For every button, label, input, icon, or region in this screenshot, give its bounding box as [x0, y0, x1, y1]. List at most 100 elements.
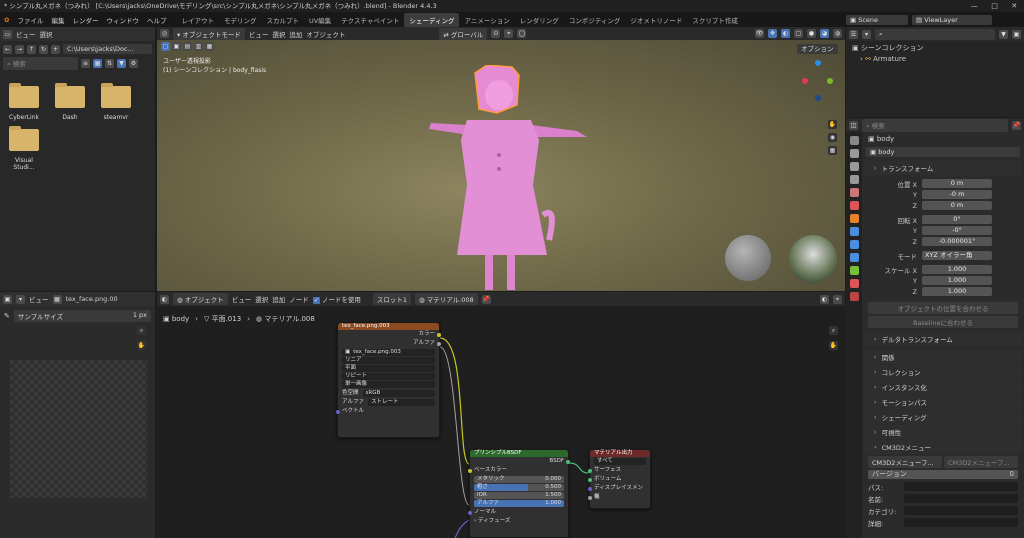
modifier-tab-icon[interactable]: [849, 227, 859, 236]
fb-menu-view[interactable]: ビュー: [16, 29, 36, 39]
image-menu-view[interactable]: ビュー: [29, 294, 49, 304]
tab-animation[interactable]: アニメーション: [459, 13, 514, 27]
close-icon[interactable]: ✕: [1011, 2, 1017, 10]
shader-node-editor[interactable]: ◐ ◍ オブジェクト ビュー 選択 追加 ノード ✓ ノードを使用 スロット1 …: [157, 292, 845, 538]
tab-scripting[interactable]: スクリプト作成: [687, 13, 743, 27]
filter-icon[interactable]: ▼: [117, 59, 126, 68]
socket-icon[interactable]: [588, 469, 592, 473]
sample-size-field[interactable]: サンプルサイズ 1 px: [13, 310, 151, 322]
relations-section[interactable]: 関係: [864, 350, 1022, 364]
vp-menu-add[interactable]: 追加: [289, 29, 302, 39]
socket-icon[interactable]: [468, 469, 472, 473]
location-z-field[interactable]: 0 m: [922, 201, 992, 210]
collections-section[interactable]: コレクション: [864, 365, 1022, 379]
cm3d2-section[interactable]: CM3D2メニュー: [864, 440, 1022, 454]
shading-rendered-icon[interactable]: ◍: [833, 29, 842, 38]
pivot-icon[interactable]: ⊙: [491, 29, 501, 38]
data-tab-icon[interactable]: [849, 266, 859, 275]
outliner-editor-icon[interactable]: ☰: [849, 29, 858, 39]
outliner-armature[interactable]: › ⚯ Armature: [852, 54, 1018, 65]
scene-selector[interactable]: ▣ Scene: [846, 14, 908, 25]
motion-paths-section[interactable]: モーションパス: [864, 395, 1022, 409]
gizmo-icon[interactable]: ✥: [768, 29, 777, 38]
shading-material-icon[interactable]: ◕: [820, 29, 829, 38]
pin-icon[interactable]: 📌: [1012, 120, 1021, 130]
location-x-field[interactable]: 0 m: [922, 179, 992, 188]
z-axis-icon[interactable]: [815, 60, 821, 66]
snap-icon[interactable]: ⌖: [504, 29, 514, 38]
align-object-button[interactable]: オブジェクトの位置を合わせる: [868, 302, 1018, 314]
tab-rendering[interactable]: レンダリング: [515, 13, 564, 27]
thumbnail-view-icon[interactable]: ▦: [93, 59, 102, 68]
menu-render[interactable]: レンダー: [68, 15, 102, 25]
back-icon[interactable]: ←: [3, 44, 12, 54]
cm3d2-menu-button-2[interactable]: CM3D2メニューフ...: [944, 456, 1018, 468]
folder-item[interactable]: Visual Studi...: [4, 126, 44, 171]
list-view-icon[interactable]: ≡: [81, 59, 90, 68]
grid-icon[interactable]: ▦: [828, 146, 837, 155]
scene-tab-icon[interactable]: [849, 188, 859, 197]
particles-tab-icon[interactable]: [849, 240, 859, 249]
hand-pan-icon[interactable]: ✋: [828, 120, 837, 129]
world-tab-icon[interactable]: [849, 201, 859, 210]
category-field[interactable]: [904, 506, 1018, 515]
tab-uv[interactable]: UV編集: [304, 13, 336, 27]
sort-icon[interactable]: ⇅: [105, 59, 114, 68]
outliner-search[interactable]: ⌕: [875, 28, 995, 40]
view-mode-icon[interactable]: ▾: [16, 294, 25, 304]
hand-pan-icon[interactable]: ✋: [137, 341, 146, 350]
socket-icon[interactable]: [437, 333, 441, 337]
tab-compositing[interactable]: コンポジティング: [564, 13, 626, 27]
alpha-field[interactable]: アルファ 1.000: [474, 500, 564, 507]
socket-icon[interactable]: [336, 410, 340, 414]
path-field[interactable]: C:\Users\jacks\Doc...: [63, 44, 152, 54]
rotation-z-field[interactable]: -0.000001°: [922, 237, 992, 246]
socket-icon[interactable]: [437, 342, 441, 346]
image-canvas[interactable]: [10, 360, 147, 498]
navigation-gizmo[interactable]: [797, 60, 837, 120]
blender-logo-icon[interactable]: ✿: [0, 16, 13, 24]
view-layer-tab-icon[interactable]: [849, 175, 859, 184]
proportional-icon[interactable]: ◯: [517, 29, 527, 38]
tab-modeling[interactable]: モデリング: [219, 13, 262, 27]
visibility-section[interactable]: 可視性: [864, 425, 1022, 439]
minimize-icon[interactable]: —: [971, 2, 978, 10]
forward-icon[interactable]: →: [15, 44, 24, 54]
object-tab-icon[interactable]: [849, 214, 859, 223]
properties-search[interactable]: ⌕ 検索: [862, 118, 1008, 132]
socket-icon[interactable]: [588, 487, 592, 491]
material-tab-icon[interactable]: [849, 279, 859, 288]
menu-edit[interactable]: 編集: [47, 15, 68, 25]
folder-item[interactable]: steamvr: [96, 83, 136, 121]
source-select[interactable]: 単一画像: [342, 381, 435, 388]
scale-z-field[interactable]: 1.000: [922, 287, 992, 296]
visibility-icon[interactable]: 👁: [755, 29, 764, 38]
socket-icon[interactable]: [588, 478, 592, 482]
parent-dir-icon[interactable]: ↑: [27, 44, 36, 54]
location-y-field[interactable]: -0 m: [922, 190, 992, 199]
y-axis-icon[interactable]: [827, 78, 833, 84]
menu-help[interactable]: ヘルプ: [143, 15, 171, 25]
display-mode-icon[interactable]: ▾: [862, 29, 871, 39]
x-axis-icon[interactable]: [802, 78, 808, 84]
camera-icon[interactable]: ◉: [828, 133, 837, 142]
tab-sculpt[interactable]: スカルプト: [261, 13, 304, 27]
editor-type-icon[interactable]: ▭: [3, 29, 12, 39]
zoom-icon[interactable]: ⌕: [137, 326, 146, 335]
tab-geometry-nodes[interactable]: ジオメトリノード: [625, 13, 687, 27]
extension-select[interactable]: リピート: [342, 373, 435, 380]
image-texture-node[interactable]: tex_face.png.003 カラー アルファ ▣ tex_face.png.…: [336, 322, 441, 438]
eyedropper-icon[interactable]: ✎: [4, 312, 10, 320]
rotation-mode-select[interactable]: XYZ オイラー角: [922, 251, 992, 260]
select-invert-icon[interactable]: ▥: [194, 42, 203, 51]
filter-icon[interactable]: ▼: [999, 29, 1008, 39]
rotation-x-field[interactable]: 0°: [922, 215, 992, 224]
physics-tab-icon[interactable]: [849, 253, 859, 262]
scale-y-field[interactable]: 1.000: [922, 276, 992, 285]
shading-section[interactable]: シェーディング: [864, 410, 1022, 424]
folder-item[interactable]: Dash: [50, 83, 90, 121]
new-collection-icon[interactable]: ▣: [1012, 29, 1021, 39]
diffuse-panel[interactable]: › ディフューズ: [470, 517, 568, 526]
overlay-icon[interactable]: ◐: [781, 29, 790, 38]
detail-field[interactable]: [904, 518, 1018, 527]
